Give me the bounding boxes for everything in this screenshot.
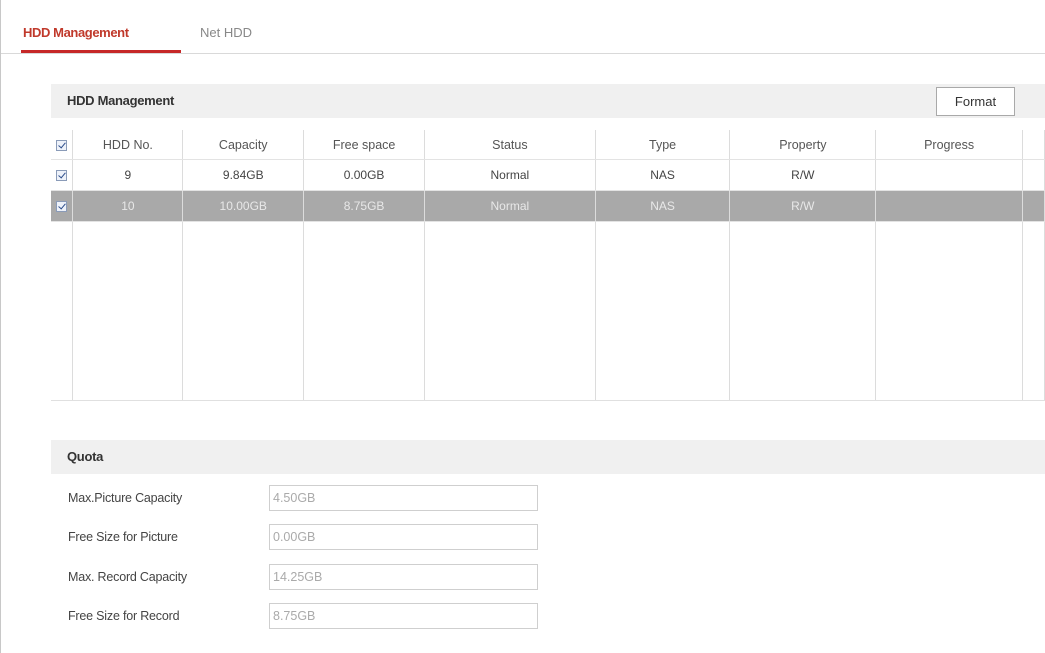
empty-cell: [424, 221, 596, 401]
empty-cell: [72, 221, 184, 401]
cell-type: NAS: [595, 159, 731, 191]
cell-free-space: 0.00GB: [303, 159, 426, 191]
column-header-type: Type: [595, 130, 731, 160]
cell-progress: [875, 190, 1023, 222]
column-header-hdd-no: HDD No.: [72, 130, 184, 160]
hdd-section-title: HDD Management: [67, 93, 175, 108]
hdd-table: HDD No. Capacity Free space Status Type …: [51, 130, 1045, 401]
column-header-extra: [1022, 130, 1045, 160]
format-button[interactable]: Format: [936, 87, 1015, 116]
cell-capacity: 10.00GB: [182, 190, 305, 222]
row-checkbox-cell[interactable]: [51, 159, 74, 191]
max-record-capacity-field[interactable]: [269, 564, 538, 590]
table-empty-area: [51, 221, 1045, 401]
free-size-picture-label: Free Size for Picture: [68, 530, 178, 544]
tab-net-hdd[interactable]: Net HDD: [200, 16, 252, 53]
free-size-picture-field[interactable]: [269, 524, 538, 550]
column-header-free-space: Free space: [303, 130, 426, 160]
quota-section-header: Quota: [51, 440, 1045, 474]
row-checkbox[interactable]: [56, 201, 68, 213]
select-all-checkbox-cell[interactable]: [51, 130, 74, 160]
cell-status: Normal: [424, 190, 596, 222]
free-size-record-label: Free Size for Record: [68, 609, 180, 623]
hdd-section-header: HDD Management Format: [51, 84, 1045, 118]
column-header-status: Status: [424, 130, 596, 160]
empty-cell: [51, 221, 74, 401]
quota-section-title: Quota: [67, 449, 104, 464]
column-header-property: Property: [729, 130, 877, 160]
cell-hdd-no: 9: [72, 159, 184, 191]
empty-cell: [875, 221, 1023, 401]
cell-extra: [1022, 159, 1045, 191]
cell-property: R/W: [729, 190, 877, 222]
column-header-capacity: Capacity: [182, 130, 305, 160]
column-header-progress: Progress: [875, 130, 1023, 160]
table-row[interactable]: 9 9.84GB 0.00GB Normal NAS R/W: [51, 159, 1045, 191]
max-picture-capacity-field[interactable]: [269, 485, 538, 511]
max-record-capacity-label: Max. Record Capacity: [68, 570, 187, 584]
tab-hdd-management[interactable]: HDD Management: [21, 16, 181, 53]
row-checkbox[interactable]: [56, 170, 68, 182]
free-size-record-field[interactable]: [269, 603, 538, 629]
empty-cell: [729, 221, 877, 401]
cell-property: R/W: [729, 159, 877, 191]
empty-cell: [182, 221, 305, 401]
cell-status: Normal: [424, 159, 596, 191]
hdd-management-page: HDD Management Net HDD HDD Management Fo…: [0, 0, 1045, 653]
cell-capacity: 9.84GB: [182, 159, 305, 191]
cell-free-space: 8.75GB: [303, 190, 426, 222]
select-all-checkbox[interactable]: [56, 139, 68, 151]
hdd-table-header-row: HDD No. Capacity Free space Status Type …: [51, 130, 1045, 160]
cell-extra: [1022, 190, 1045, 222]
cell-hdd-no: 10: [72, 190, 184, 222]
cell-progress: [875, 159, 1023, 191]
max-picture-capacity-label: Max.Picture Capacity: [68, 491, 183, 505]
empty-cell: [595, 221, 731, 401]
empty-cell: [1022, 221, 1045, 401]
empty-cell: [303, 221, 426, 401]
row-checkbox-cell[interactable]: [51, 190, 74, 222]
table-row-selected[interactable]: 10 10.00GB 8.75GB Normal NAS R/W: [51, 190, 1045, 222]
tab-bar: HDD Management Net HDD: [1, 16, 1045, 54]
cell-type: NAS: [595, 190, 731, 222]
